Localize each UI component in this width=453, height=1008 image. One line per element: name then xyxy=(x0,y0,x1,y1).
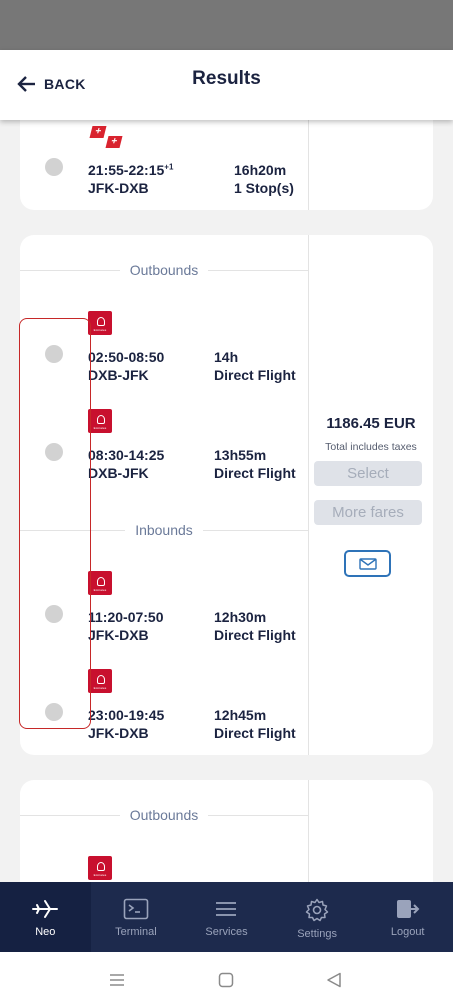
flight-radio[interactable] xyxy=(45,605,63,623)
logout-icon xyxy=(396,900,420,918)
nav-label: Neo xyxy=(35,926,56,938)
flight-time: 21:55-22:15+1 xyxy=(88,162,174,178)
flight-duration: 12h30m xyxy=(214,609,267,625)
result-card: Outbounds Emirates 02:50-08:50 DXB-JFK 1… xyxy=(20,235,433,755)
flight-radio[interactable] xyxy=(45,703,63,721)
home-icon[interactable] xyxy=(218,972,234,988)
swiss-logo-icon: + xyxy=(105,136,123,148)
gear-icon xyxy=(305,898,329,922)
flight-duration: 16h20m xyxy=(234,162,287,178)
email-button[interactable] xyxy=(344,550,391,577)
flight-duration: 13h55m xyxy=(214,447,267,463)
flight-stops: Direct Flight xyxy=(214,367,296,383)
page-title: Results xyxy=(192,68,261,89)
emirates-logo-icon: Emirates xyxy=(88,669,112,693)
bottom-navigation: Neo Terminal Services Settings Logout xyxy=(0,882,453,952)
system-navigation-bar xyxy=(0,952,453,1008)
flight-duration: 12h45m xyxy=(214,707,267,723)
swiss-logo-icon: + xyxy=(89,126,107,138)
nav-label: Settings xyxy=(297,928,337,940)
flight-route: JFK-DXB xyxy=(88,725,149,741)
status-bar xyxy=(0,0,453,50)
section-divider xyxy=(208,815,308,816)
flight-stops: Direct Flight xyxy=(214,725,296,741)
select-button[interactable]: Select xyxy=(314,461,422,486)
flight-stops: 1 Stop(s) xyxy=(234,180,294,196)
card-divider xyxy=(308,780,309,882)
section-divider xyxy=(203,530,308,531)
flight-radio[interactable] xyxy=(45,443,63,461)
back-triangle-icon[interactable] xyxy=(326,972,342,988)
flight-stops: Direct Flight xyxy=(214,465,296,481)
emirates-logo-icon: Emirates xyxy=(88,856,112,880)
flight-duration: 14h xyxy=(214,349,239,365)
emirates-logo-icon: Emirates xyxy=(88,409,112,433)
section-divider xyxy=(208,270,308,271)
flight-route: DXB-JFK xyxy=(88,367,149,383)
terminal-icon xyxy=(123,898,149,920)
flight-route: DXB-JFK xyxy=(88,465,149,481)
nav-item-terminal[interactable]: Terminal xyxy=(91,882,182,952)
results-list[interactable]: + + 21:55-22:15+1 JFK-DXB 16h20m 1 Stop(… xyxy=(0,50,453,882)
emirates-logo-icon: Emirates xyxy=(88,571,112,595)
nav-item-services[interactable]: Services xyxy=(181,882,272,952)
flight-route: JFK-DXB xyxy=(88,627,149,643)
plane-icon xyxy=(32,900,59,918)
menu-icon xyxy=(216,902,237,916)
flight-time: 08:30-14:25 xyxy=(88,447,165,463)
price-total: 1186.45 EUR xyxy=(326,415,416,432)
nav-label: Services xyxy=(205,926,248,938)
nav-label: Logout xyxy=(390,926,425,938)
top-app-bar: BACK Results xyxy=(0,50,453,120)
recent-apps-icon[interactable] xyxy=(109,972,125,988)
flight-time: 23:00-19:45 xyxy=(88,707,165,723)
flight-stops: Direct Flight xyxy=(214,627,296,643)
taxes-note: Total includes taxes xyxy=(325,441,417,453)
emirates-logo-icon: Emirates xyxy=(88,311,112,335)
flight-radio[interactable] xyxy=(45,158,63,176)
more-fares-button[interactable]: More fares xyxy=(314,500,422,525)
flight-time: 02:50-08:50 xyxy=(88,349,165,365)
nav-item-neo[interactable]: Neo xyxy=(0,882,91,952)
flight-radio[interactable] xyxy=(45,345,63,363)
nav-item-logout[interactable]: Logout xyxy=(362,882,453,952)
flight-route: JFK-DXB xyxy=(88,180,149,196)
card-divider xyxy=(308,235,309,755)
nav-item-settings[interactable]: Settings xyxy=(272,882,363,952)
result-card: Outbounds Emirates xyxy=(20,780,433,882)
flight-time: 11:20-07:50 xyxy=(88,609,164,625)
nav-label: Terminal xyxy=(115,926,157,938)
envelope-icon xyxy=(358,557,377,570)
